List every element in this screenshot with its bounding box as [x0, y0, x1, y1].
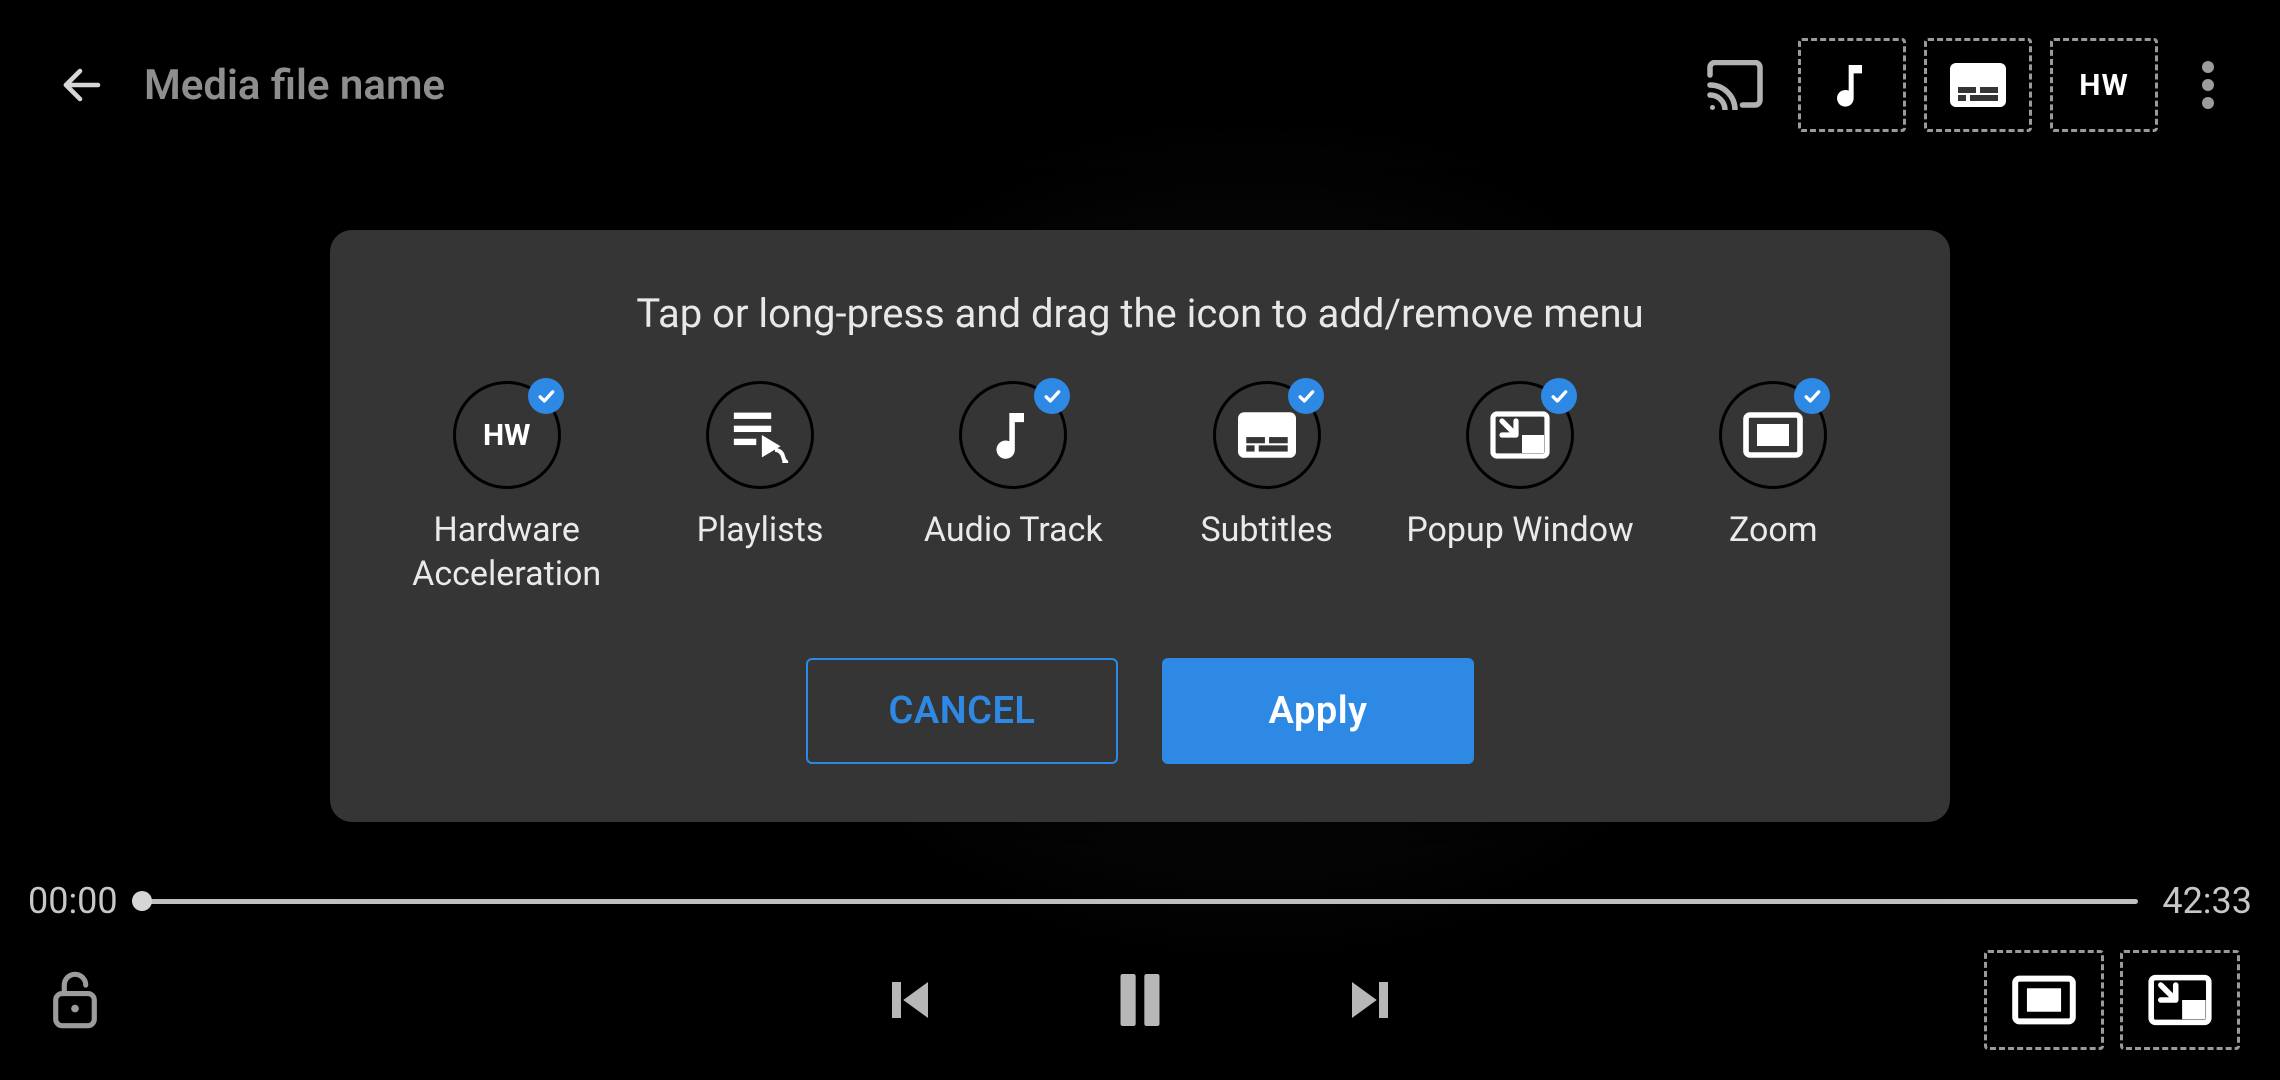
next-button[interactable] [1330, 960, 1410, 1040]
option-hardware-acceleration[interactable]: HW Hardware Acceleration [387, 381, 627, 596]
option-label: Zoom [1729, 509, 1818, 553]
option-circle [1466, 381, 1574, 489]
cast-icon [1705, 60, 1765, 110]
hw-icon: HW [2079, 68, 2128, 103]
lock-button[interactable] [40, 965, 110, 1035]
option-label: Popup Window [1406, 509, 1633, 553]
check-icon [1802, 386, 1822, 406]
top-slot-audio-track[interactable] [1798, 38, 1906, 132]
check-icon [536, 386, 556, 406]
check-icon [1042, 386, 1062, 406]
time-duration: 42:33 [2162, 880, 2252, 922]
checkmark-badge [1034, 378, 1070, 414]
option-circle [959, 381, 1067, 489]
check-icon [1549, 386, 1569, 406]
check-icon [1296, 386, 1316, 406]
option-circle [706, 381, 814, 489]
bottom-slot-popup[interactable] [2120, 950, 2240, 1050]
options-row: HW Hardware Acceleration Playlists [370, 381, 1910, 596]
option-audio-track[interactable]: Audio Track [893, 381, 1133, 596]
top-slot-subtitles[interactable] [1924, 38, 2032, 132]
back-button[interactable] [50, 53, 114, 117]
skip-next-icon [1343, 973, 1397, 1027]
page-title: Media file name [144, 61, 445, 110]
option-label: Audio Track [924, 509, 1103, 553]
music-note-icon [991, 408, 1035, 462]
playback-controls [40, 950, 2240, 1050]
music-note-icon [1832, 61, 1872, 109]
overflow-button[interactable] [2176, 40, 2240, 130]
back-arrow-icon [58, 61, 106, 109]
option-circle: HW [453, 381, 561, 489]
popup-window-icon [2148, 974, 2212, 1026]
option-circle [1719, 381, 1827, 489]
dialog-instruction: Tap or long-press and drag the icon to a… [370, 290, 1910, 337]
bottom-slot-zoom[interactable] [1984, 950, 2104, 1050]
option-popup-window[interactable]: Popup Window [1400, 381, 1640, 596]
checkmark-badge [1288, 378, 1324, 414]
playlist-icon [729, 407, 791, 463]
top-slot-hw[interactable]: HW [2050, 38, 2158, 132]
play-pause-button[interactable] [1100, 960, 1180, 1040]
zoom-icon [2012, 975, 2076, 1025]
option-subtitles[interactable]: Subtitles [1147, 381, 1387, 596]
option-label: Playlists [697, 509, 824, 553]
skip-previous-icon [883, 973, 937, 1027]
seek-bar-row: 00:00 42:33 [28, 880, 2252, 922]
zoom-icon [1743, 412, 1803, 458]
checkmark-badge [1541, 378, 1577, 414]
center-controls [870, 960, 1410, 1040]
seek-bar[interactable] [142, 899, 2139, 904]
hw-text-icon: HW [483, 418, 530, 453]
seek-handle[interactable] [132, 891, 152, 911]
cast-button[interactable] [1690, 40, 1780, 130]
lock-open-icon [49, 970, 101, 1030]
option-playlists[interactable]: Playlists [640, 381, 880, 596]
dialog-actions: CANCEL Apply [370, 658, 1910, 764]
time-current: 00:00 [28, 880, 118, 922]
subtitles-icon [1950, 63, 2006, 107]
option-label: Subtitles [1200, 509, 1332, 553]
previous-button[interactable] [870, 960, 950, 1040]
apply-button[interactable]: Apply [1162, 658, 1474, 764]
subtitles-icon [1238, 412, 1296, 458]
popup-window-icon [1490, 411, 1550, 459]
option-label: Hardware Acceleration [387, 509, 627, 596]
option-zoom[interactable]: Zoom [1653, 381, 1893, 596]
cancel-button[interactable]: CANCEL [806, 658, 1118, 764]
more-vert-icon [2202, 61, 2214, 109]
bottom-right-actions [1984, 950, 2240, 1050]
pause-icon [1114, 971, 1166, 1029]
option-circle [1213, 381, 1321, 489]
top-bar: Media file name HW [0, 0, 2280, 132]
checkmark-badge [528, 378, 564, 414]
checkmark-badge [1794, 378, 1830, 414]
top-actions: HW [1690, 38, 2240, 132]
customize-menu-dialog: Tap or long-press and drag the icon to a… [330, 230, 1950, 822]
